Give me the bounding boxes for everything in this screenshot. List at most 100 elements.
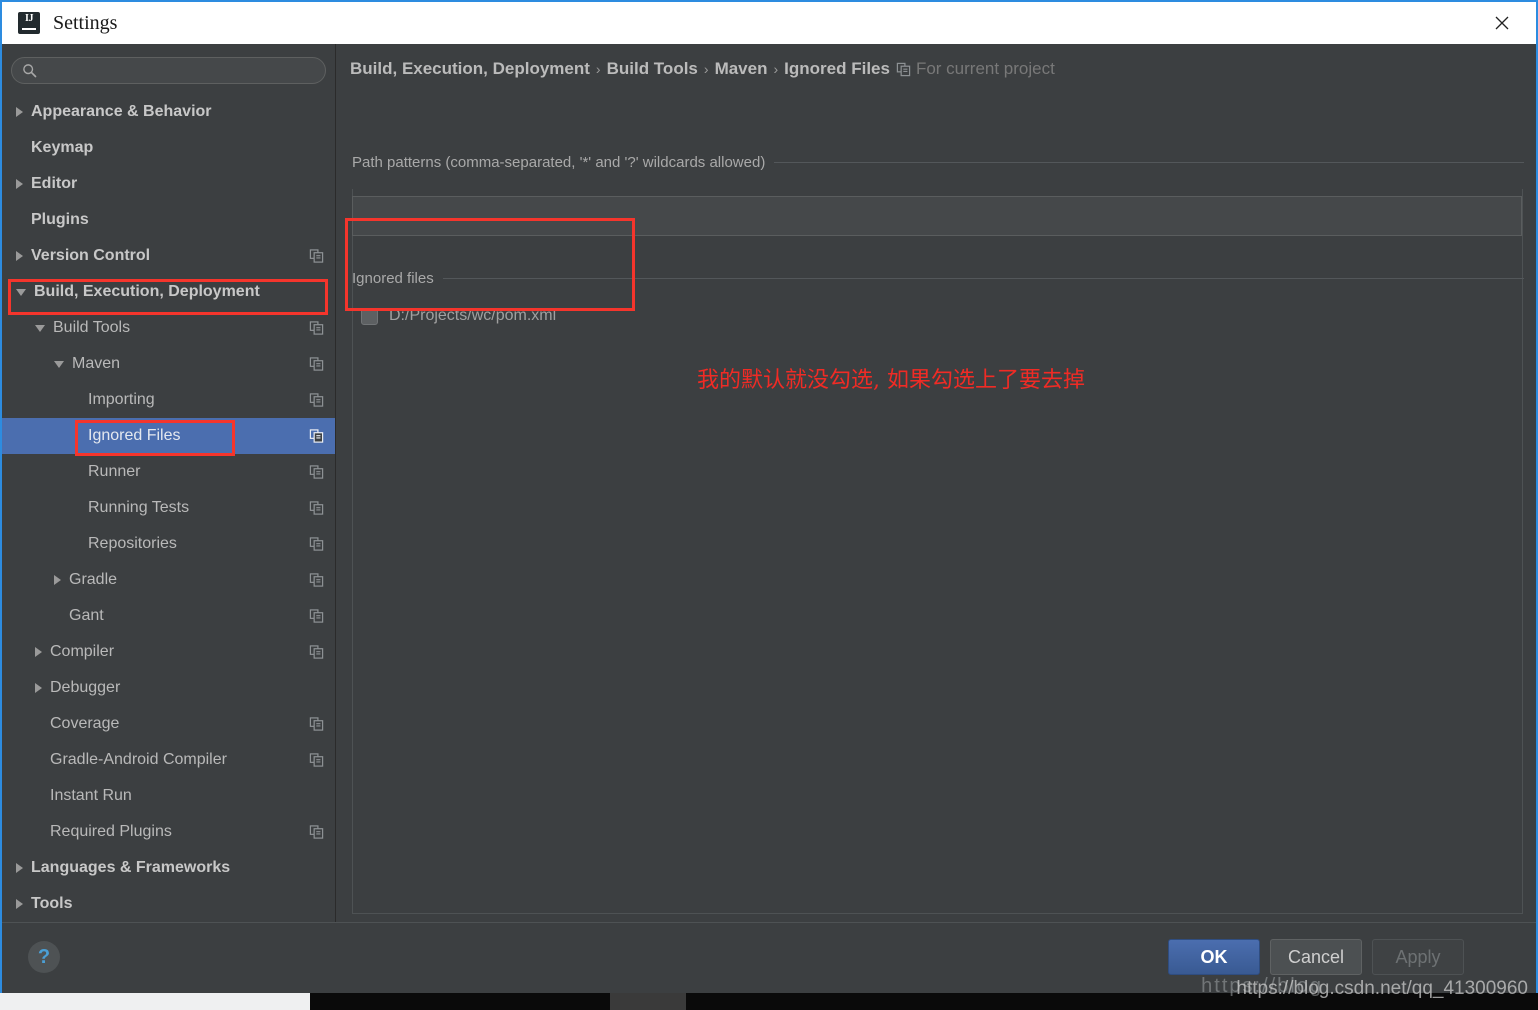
sidebar-item-label: Tools — [31, 895, 73, 912]
settings-main-panel: Build, Execution, Deployment › Build Tools… — [337, 44, 1536, 922]
for-current-project-text: For current project — [915, 59, 1055, 78]
ignored-files-label: Ignored files — [352, 270, 434, 287]
path-patterns-input[interactable] — [352, 196, 1522, 236]
sidebar-item-coverage[interactable]: Coverage — [2, 706, 335, 742]
content-panel-border — [352, 189, 1523, 914]
ignored-file-path: D:/Projects/wc/pom.xml — [389, 307, 557, 324]
project-scope-icon — [896, 62, 911, 76]
taskbar-segment — [310, 993, 610, 1010]
sidebar-item-label: Ignored Files — [88, 427, 181, 444]
breadcrumb-item-build-execution-deployment[interactable]: Build, Execution, Deployment — [350, 59, 590, 79]
ignored-file-checkbox[interactable] — [361, 307, 378, 325]
sidebar-item-label: Maven — [72, 355, 121, 372]
window-title: Settings — [53, 11, 118, 34]
annotation-note: 我的默认就没勾选, 如果勾选上了要去掉 — [697, 368, 1085, 393]
sidebar-item-label: Keymap — [31, 139, 94, 156]
ignored-files-group: Ignored files — [352, 270, 1524, 287]
sidebar-item-required-plugins[interactable]: Required Plugins — [2, 814, 335, 850]
sidebar-item-languages-frameworks[interactable]: Languages & Frameworks — [2, 850, 335, 886]
sidebar-item-debugger[interactable]: Debugger — [2, 670, 335, 706]
sidebar-item-build-execution-deployment[interactable]: Build, Execution, Deployment — [2, 274, 335, 310]
sidebar-item-label: Appearance & Behavior — [31, 103, 212, 120]
path-patterns-group: Path patterns (comma-separated, '*' and … — [352, 154, 1524, 171]
sidebar-item-label: Gradle — [69, 571, 118, 588]
sidebar-item-label: Build, Execution, Deployment — [34, 283, 260, 300]
close-icon — [1495, 16, 1509, 30]
sidebar-item-gradle[interactable]: Gradle — [2, 562, 335, 598]
sidebar-item-running-tests[interactable]: Running Tests — [2, 490, 335, 526]
project-scope-icon — [309, 357, 324, 371]
apply-button: Apply — [1372, 939, 1464, 975]
chevron-down-icon[interactable] — [16, 288, 26, 296]
help-icon: ? — [37, 946, 51, 968]
sidebar-item-label: Version Control — [31, 247, 151, 264]
sidebar-item-editor[interactable]: Editor — [2, 166, 335, 202]
breadcrumb-item-maven[interactable]: Maven — [715, 59, 768, 79]
sidebar-item-appearance-behavior[interactable]: Appearance & Behavior — [2, 94, 335, 130]
sidebar-item-label: Languages & Frameworks — [31, 859, 231, 876]
sidebar-item-runner[interactable]: Runner — [2, 454, 335, 490]
group-separator-line — [774, 162, 1524, 163]
title-bar: Settings — [2, 2, 1536, 44]
settings-dialog: Settings Appearance & Behavior Keymap Edit… — [0, 0, 1538, 1010]
chevron-right-icon[interactable] — [16, 179, 23, 189]
ignored-files-list: D:/Projects/wc/pom.xml — [352, 299, 1524, 349]
settings-tree: Appearance & Behavior Keymap Editor Plugins… — [2, 94, 335, 922]
breadcrumb: Build, Execution, Deployment › Build Tools… — [350, 59, 1055, 79]
sidebar-item-gradle-android-compiler[interactable]: Gradle-Android Compiler — [2, 742, 335, 778]
taskbar-segment — [610, 993, 686, 1010]
breadcrumb-separator: › — [773, 61, 779, 77]
chevron-right-icon[interactable] — [16, 899, 23, 909]
sidebar-item-plugins[interactable]: Plugins — [2, 202, 335, 238]
sidebar-item-label: Required Plugins — [50, 823, 172, 840]
sidebar-item-keymap[interactable]: Keymap — [2, 130, 335, 166]
sidebar-item-repositories[interactable]: Repositories — [2, 526, 335, 562]
chevron-down-icon[interactable] — [35, 324, 45, 332]
sidebar-item-label: Gradle-Android Compiler — [50, 751, 227, 768]
sidebar-item-label: Repositories — [88, 535, 177, 552]
settings-sidebar: Appearance & Behavior Keymap Editor Plugins… — [2, 44, 336, 922]
sidebar-item-label: Editor — [31, 175, 78, 192]
sidebar-item-label: Runner — [88, 463, 141, 480]
chevron-down-icon[interactable] — [54, 360, 64, 368]
chevron-right-icon[interactable] — [16, 251, 23, 261]
sidebar-item-label: Coverage — [50, 715, 120, 732]
project-scope-icon — [309, 825, 324, 839]
search-box[interactable] — [11, 57, 326, 84]
sidebar-item-version-control[interactable]: Version Control — [2, 238, 335, 274]
search-icon — [23, 64, 37, 78]
ok-button[interactable]: OK — [1168, 939, 1260, 975]
search-input[interactable] — [43, 62, 315, 79]
sidebar-item-build-tools[interactable]: Build Tools — [2, 310, 335, 346]
chevron-right-icon[interactable] — [54, 575, 61, 585]
project-scope-icon — [309, 465, 324, 479]
project-scope-icon — [309, 645, 324, 659]
chevron-right-icon[interactable] — [35, 683, 42, 693]
sidebar-item-label: Importing — [88, 391, 155, 408]
chevron-right-icon[interactable] — [35, 647, 42, 657]
sidebar-item-instant-run[interactable]: Instant Run — [2, 778, 335, 814]
help-button[interactable]: ? — [28, 941, 60, 973]
sidebar-item-gant[interactable]: Gant — [2, 598, 335, 634]
group-separator-line — [442, 278, 1524, 279]
sidebar-item-maven[interactable]: Maven — [2, 346, 335, 382]
project-scope-icon — [309, 321, 324, 335]
ignored-file-row[interactable]: D:/Projects/wc/pom.xml — [352, 299, 1524, 333]
project-scope-icon — [309, 753, 324, 767]
sidebar-item-label: Instant Run — [50, 787, 132, 804]
project-scope-icon — [309, 573, 324, 587]
close-button[interactable] — [1474, 2, 1530, 44]
sidebar-item-ignored-files[interactable]: Ignored Files — [2, 418, 335, 454]
sidebar-item-importing[interactable]: Importing — [2, 382, 335, 418]
sidebar-item-compiler[interactable]: Compiler — [2, 634, 335, 670]
breadcrumb-item-ignored-files: Ignored Files — [784, 59, 890, 78]
chevron-right-icon[interactable] — [16, 863, 23, 873]
sidebar-item-label: Debugger — [50, 679, 121, 696]
sidebar-item-label: Gant — [69, 607, 104, 624]
sidebar-item-tools[interactable]: Tools — [2, 886, 335, 922]
project-scope-icon — [309, 393, 324, 407]
breadcrumb-item-build-tools[interactable]: Build Tools — [607, 59, 698, 79]
chevron-right-icon[interactable] — [16, 107, 23, 117]
cancel-button[interactable]: Cancel — [1270, 939, 1362, 975]
dialog-button-row: OK Cancel Apply — [1168, 939, 1464, 975]
